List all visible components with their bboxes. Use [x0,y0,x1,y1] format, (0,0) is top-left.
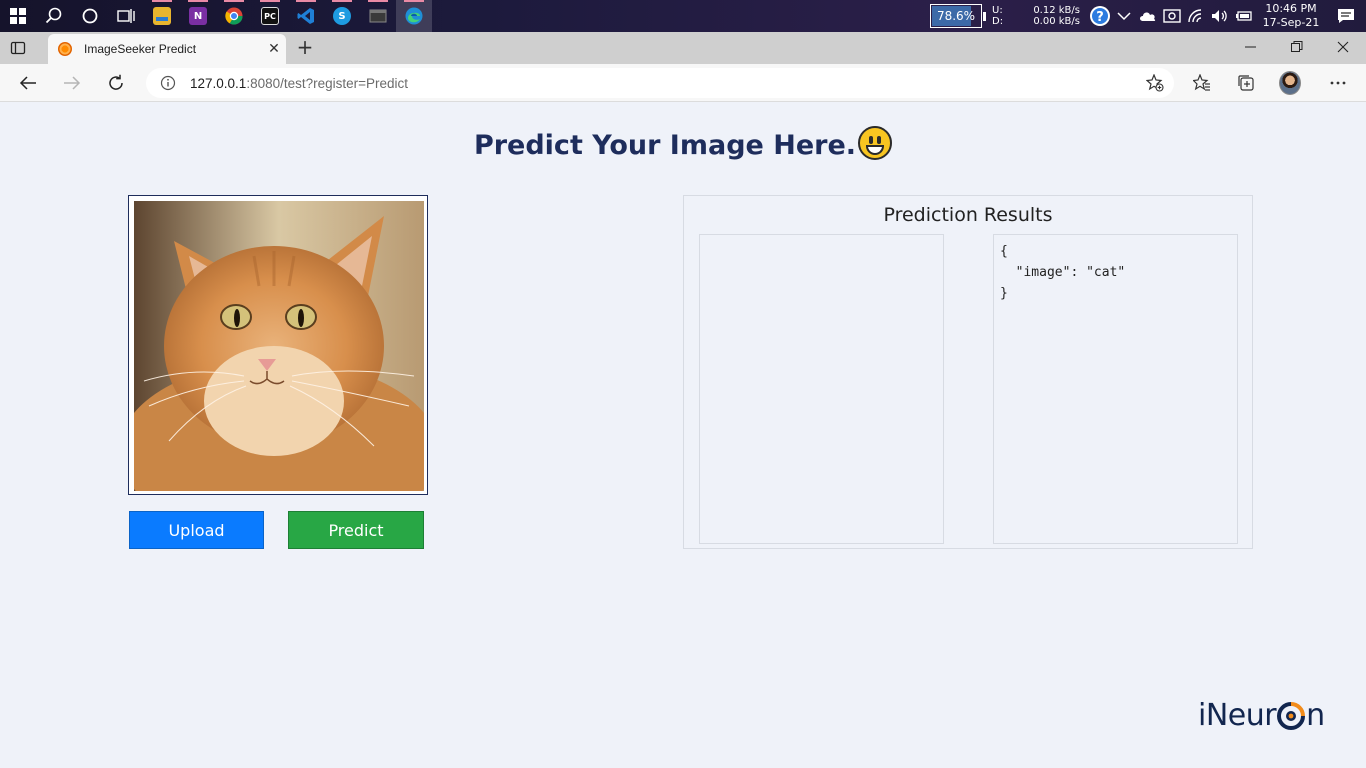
results-json-panel: { "image": "cat" } [993,234,1238,544]
ineuron-logo: iNeur n [1198,698,1325,733]
logo-text-prefix: iNeur [1198,698,1277,733]
clock-date: 17-Sep-21 [1262,16,1320,29]
predict-button[interactable]: Predict [288,511,424,549]
cat-photo [134,201,424,491]
edge-icon[interactable] [396,0,432,32]
volume-icon[interactable] [1208,0,1232,32]
forward-arrow-icon[interactable] [61,72,83,94]
download-label: D: [992,16,1004,27]
file-explorer-icon[interactable] [144,0,180,32]
browser-toolbar: 127.0.0.1:8080/test?register=Predict [0,64,1366,102]
site-info-icon[interactable] [160,75,176,91]
minimize-icon[interactable] [1228,32,1274,62]
chrome-icon[interactable] [216,0,252,32]
collections-icon[interactable] [1235,72,1257,94]
add-favorite-icon[interactable] [1145,73,1164,92]
page-title: Predict Your Image Here. [0,126,1366,161]
chevron-up-icon[interactable] [1112,0,1136,32]
uploaded-image-frame [128,195,428,495]
results-heading: Prediction Results [883,204,1053,226]
browser-tab-active[interactable]: ImageSeeker Predict ✕ [48,34,286,64]
skype-glyph: S [333,7,351,25]
logo-o-mark-icon [1277,701,1306,730]
url-host: 127.0.0.1 [190,75,247,91]
restore-icon[interactable] [1274,32,1320,62]
battery-meter[interactable]: 78.6% [930,4,986,28]
grinning-face-emoji-icon [858,126,893,160]
window-controls [1228,32,1366,64]
upload-label: U: [992,5,1003,16]
windows-taskbar: N PC S 78.6% U: D: 0.12 kB/s 0.00 kB/s ? [0,0,1366,32]
upload-button[interactable]: Upload [129,511,264,549]
address-bar[interactable]: 127.0.0.1:8080/test?register=Predict [146,68,1174,98]
url-text: 127.0.0.1:8080/test?register=Predict [190,76,408,91]
onenote-icon[interactable]: N [180,0,216,32]
more-options-icon[interactable] [1327,72,1349,94]
page-title-text: Predict Your Image Here. [473,130,857,161]
tab-actions-icon[interactable] [10,40,26,56]
avatar [1279,71,1301,95]
onenote-glyph: N [189,7,207,25]
profile-avatar[interactable] [1279,71,1301,95]
battery-percent: 78.6% [936,9,976,23]
browser-tab-strip: ImageSeeker Predict ✕ + [0,32,1366,64]
net-labels: U: D: [992,5,1018,27]
pycharm-icon[interactable]: PC [252,0,288,32]
vscode-icon[interactable] [288,0,324,32]
svg-text:?: ? [1096,10,1104,25]
url-path: :8080/test?register=Predict [246,75,409,91]
json-line: { [1000,244,1008,259]
clock-time: 10:46 PM [1265,2,1317,15]
notifications-icon[interactable] [1326,0,1366,32]
json-line: "image": "cat" [1000,265,1126,280]
cortana-icon[interactable] [72,0,108,32]
site-favicon-icon [58,42,72,56]
download-speed: 0.00 kB/s [1033,16,1080,27]
security-icon[interactable] [1160,0,1184,32]
battery-charging-icon[interactable] [1232,0,1256,32]
pycharm-glyph: PC [261,7,279,25]
wifi-icon[interactable] [1184,0,1208,32]
search-icon[interactable] [36,0,72,32]
task-view-icon[interactable] [108,0,144,32]
help-icon[interactable]: ? [1088,0,1112,32]
tab-title: ImageSeeker Predict [84,42,197,56]
prediction-results-card: Prediction Results { "image": "cat" } [683,195,1253,549]
skype-icon[interactable]: S [324,0,360,32]
system-tray: 78.6% U: D: 0.12 kB/s 0.00 kB/s ? 10:46 … [930,0,1366,32]
close-window-icon[interactable] [1320,32,1366,62]
logo-text-suffix: n [1306,698,1325,733]
tab-close-icon[interactable]: ✕ [262,41,286,57]
results-left-panel [699,234,944,544]
upload-speed: 0.12 kB/s [1033,5,1080,16]
new-tab-icon[interactable]: + [294,37,316,59]
windows-start-icon[interactable] [0,0,36,32]
net-speeds: 0.12 kB/s 0.00 kB/s [1018,5,1080,27]
clock[interactable]: 10:46 PM 17-Sep-21 [1260,2,1322,30]
favorites-icon[interactable] [1191,72,1213,94]
json-line: } [1000,286,1008,301]
back-arrow-icon[interactable] [17,72,39,94]
refresh-icon[interactable] [105,72,127,94]
terminal-icon[interactable] [360,0,396,32]
onedrive-cloud-icon[interactable] [1136,0,1160,32]
